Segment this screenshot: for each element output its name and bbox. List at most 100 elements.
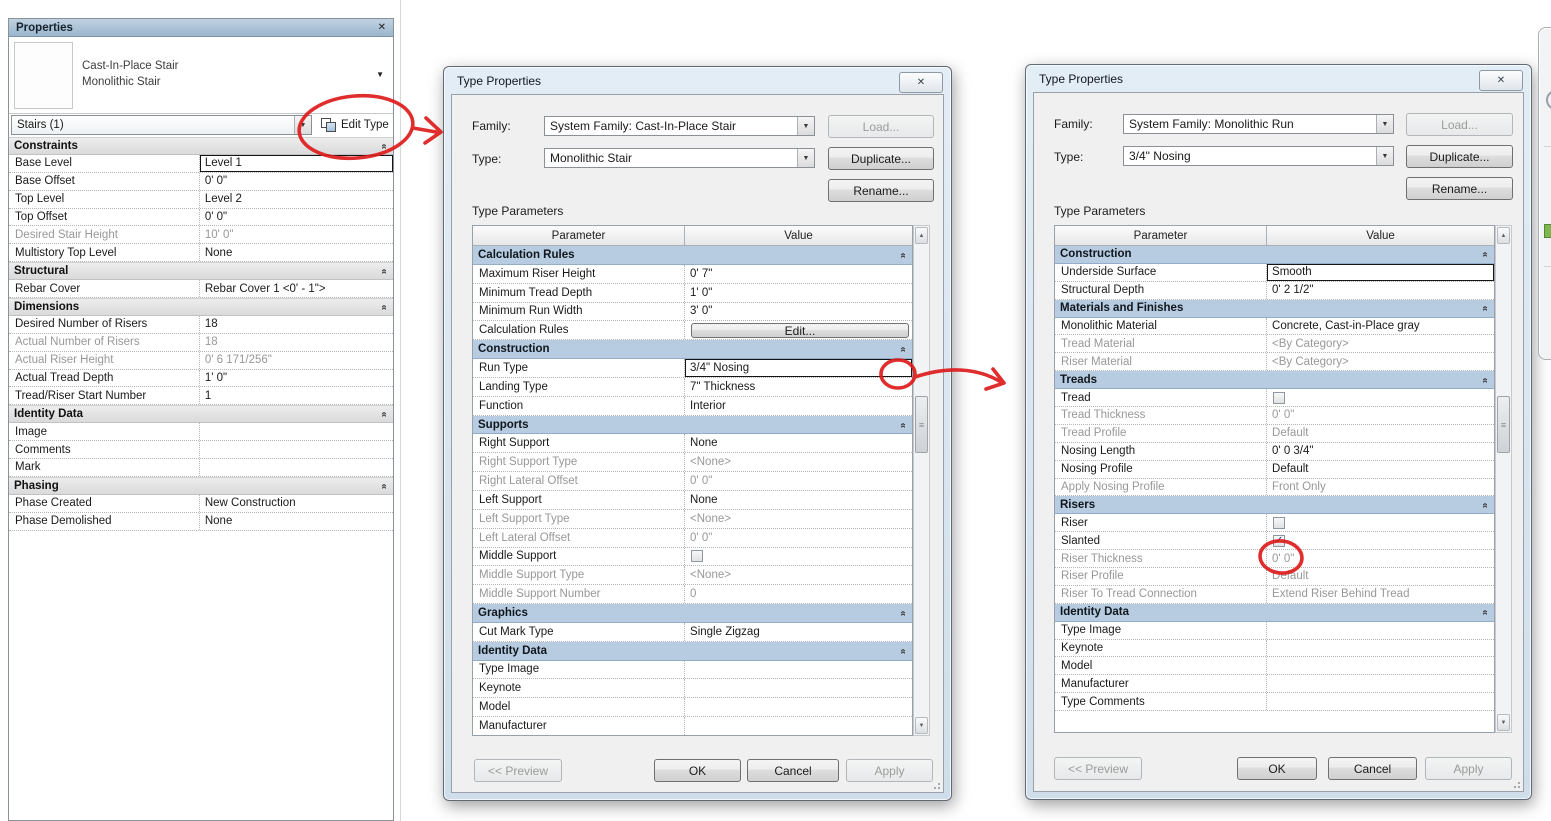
resize-grip[interactable] (1511, 779, 1520, 788)
section-header[interactable]: Identity Data » (9, 405, 393, 424)
scroll-down-icon[interactable]: ▼ (1497, 714, 1510, 731)
param-value[interactable]: 0' 0" (685, 529, 912, 547)
section-header[interactable]: Structural » (9, 262, 393, 281)
param-value[interactable]: Concrete, Cast-in-Place gray (1267, 318, 1494, 335)
load-button[interactable]: Load... (828, 115, 934, 138)
param-value[interactable]: <None> (685, 510, 912, 528)
chevron-down-icon[interactable]: ▼ (797, 117, 814, 135)
param-value[interactable]: Default (1267, 568, 1494, 585)
ok-button[interactable]: OK (654, 759, 741, 782)
param-value[interactable]: 0' 0" (200, 209, 393, 226)
checkbox-unchecked[interactable] (1273, 516, 1286, 529)
param-value[interactable]: None (685, 491, 912, 509)
load-button[interactable]: Load... (1406, 113, 1513, 136)
param-value[interactable] (1267, 622, 1494, 639)
collapse-chevron-icon[interactable]: » (379, 305, 390, 311)
param-value[interactable]: Interior (685, 397, 912, 415)
close-icon[interactable]: ✕ (378, 22, 386, 33)
rename-button[interactable]: Rename... (1406, 177, 1513, 200)
palette-titlebar[interactable]: Properties ✕ (9, 19, 393, 37)
element-filter-dropdown[interactable]: Stairs (1) ▼ (11, 115, 312, 135)
param-value[interactable] (1267, 389, 1494, 406)
checkbox-unchecked[interactable] (691, 550, 704, 563)
apply-button[interactable]: Apply (1425, 757, 1512, 780)
duplicate-button[interactable]: Duplicate... (828, 147, 934, 170)
duplicate-button[interactable]: Duplicate... (1406, 145, 1513, 168)
checkbox-checked[interactable]: ✓ (1273, 534, 1286, 547)
param-value[interactable]: 1' 0" (685, 284, 912, 302)
param-value[interactable]: None (200, 244, 393, 261)
param-value[interactable] (685, 698, 912, 716)
collapse-chevron-icon[interactable]: » (379, 484, 390, 490)
collapse-chevron-icon[interactable]: » (898, 648, 909, 654)
param-value[interactable]: 10' 0" (200, 226, 393, 243)
checkbox-unchecked[interactable] (1273, 391, 1286, 404)
param-value[interactable]: None (685, 434, 912, 452)
family-dropdown[interactable]: System Family: Cast-In-Place Stair ▼ (544, 116, 815, 136)
param-value[interactable]: 0' 0" (685, 472, 912, 490)
section-header[interactable]: Calculation Rules » (473, 246, 912, 265)
section-header[interactable]: Construction » (1055, 246, 1494, 264)
param-value[interactable]: 0 (685, 585, 912, 603)
section-header[interactable]: Risers » (1055, 496, 1494, 515)
section-header[interactable]: Graphics » (473, 604, 912, 623)
cancel-button[interactable]: Cancel (747, 759, 839, 782)
param-value[interactable] (685, 717, 912, 735)
param-value[interactable]: 0' 0 3/4" (1267, 443, 1494, 460)
param-value[interactable] (685, 661, 912, 679)
chevron-down-icon[interactable]: ▼ (1376, 147, 1393, 165)
param-value[interactable]: <By Category> (1267, 335, 1494, 352)
param-value[interactable]: 18 (200, 334, 393, 351)
section-header[interactable]: Phasing » (9, 476, 393, 495)
collapse-chevron-icon[interactable]: » (1480, 503, 1491, 509)
section-header[interactable]: Supports » (473, 415, 912, 435)
param-value[interactable] (685, 679, 912, 697)
param-value[interactable]: 0' 0" (200, 173, 393, 190)
param-value[interactable]: 3/4" Nosing (685, 359, 912, 377)
param-value[interactable] (1267, 514, 1494, 531)
section-header[interactable]: Identity Data » (473, 641, 912, 661)
param-value[interactable]: 0' 0" (1267, 407, 1494, 424)
rename-button[interactable]: Rename... (828, 179, 934, 202)
scrollbar-thumb[interactable]: ≡ (1497, 396, 1510, 453)
param-value[interactable] (200, 459, 393, 476)
param-value[interactable]: 7" Thickness (685, 378, 912, 396)
scroll-up-icon[interactable]: ▲ (915, 227, 928, 244)
collapse-chevron-icon[interactable]: » (1480, 610, 1491, 616)
collapse-chevron-icon[interactable]: » (1480, 377, 1491, 383)
chevron-down-icon[interactable]: ▼ (797, 149, 814, 167)
section-header[interactable]: Dimensions » (9, 298, 393, 316)
scroll-up-icon[interactable]: ▲ (1497, 227, 1510, 244)
collapse-chevron-icon[interactable]: » (1480, 252, 1491, 258)
edit-type-button[interactable]: Edit Type (317, 115, 393, 135)
param-value[interactable] (685, 548, 912, 566)
preview-button[interactable]: << Preview (474, 759, 562, 782)
collapse-chevron-icon[interactable]: » (379, 269, 390, 275)
vertical-scrollbar[interactable]: ▲ ≡ ▼ (913, 225, 930, 736)
param-value[interactable]: Front Only (1267, 479, 1494, 496)
resize-grip[interactable] (931, 780, 940, 789)
param-value[interactable]: Level 2 (200, 191, 393, 208)
chevron-down-icon[interactable]: ▼ (376, 70, 384, 79)
collapse-chevron-icon[interactable]: » (898, 611, 909, 617)
param-value[interactable]: 0' 0" (1267, 550, 1494, 567)
param-value[interactable]: 0' 2 1/2" (1267, 282, 1494, 299)
param-value[interactable]: Single Zigzag (685, 623, 912, 641)
vertical-scrollbar[interactable]: ▲ ≡ ▼ (1495, 225, 1512, 733)
param-value[interactable]: New Construction (200, 495, 393, 512)
param-value[interactable]: ✓ (1267, 532, 1494, 549)
toolbar-icon[interactable] (1544, 224, 1551, 238)
param-value[interactable]: 1 (200, 387, 393, 404)
collapse-chevron-icon[interactable]: » (1480, 306, 1491, 312)
param-value[interactable]: 18 (200, 316, 393, 333)
section-header[interactable]: Construction » (473, 340, 912, 360)
section-header[interactable]: Materials and Finishes » (1055, 299, 1494, 318)
param-value[interactable] (1267, 675, 1494, 692)
param-value[interactable]: Default (1267, 425, 1494, 442)
section-header[interactable]: Identity Data » (1055, 603, 1494, 622)
collapse-chevron-icon[interactable]: » (379, 412, 390, 418)
cancel-button[interactable]: Cancel (1328, 757, 1417, 780)
param-value[interactable] (1267, 693, 1494, 710)
param-value[interactable]: Edit... (685, 321, 912, 339)
param-value[interactable]: Rebar Cover 1 <0' - 1"> (200, 280, 393, 297)
